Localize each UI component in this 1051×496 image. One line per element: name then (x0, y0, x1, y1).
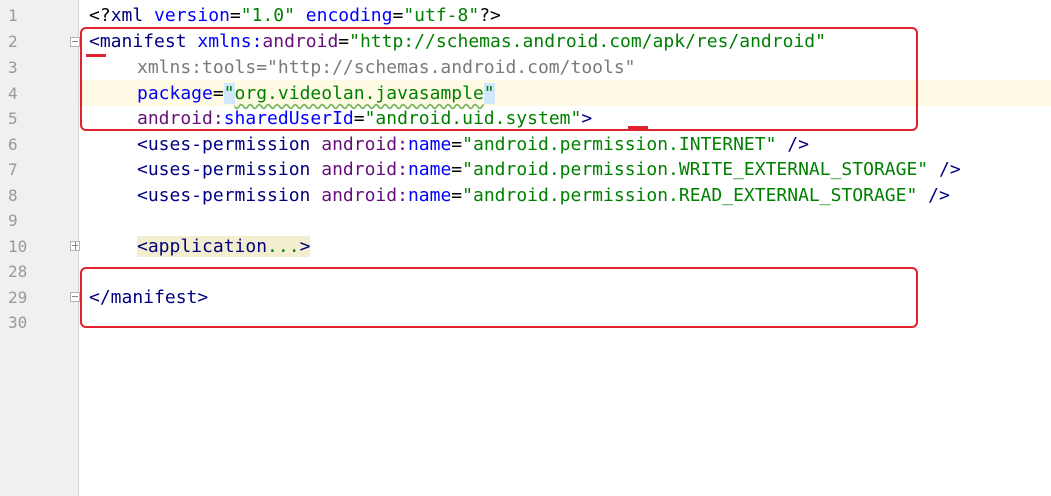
uses-permission-tag: <uses-permission (137, 159, 311, 180)
equals: = (451, 159, 463, 180)
fold-collapse-icon[interactable] (70, 292, 80, 302)
tag-self-close: /> (787, 134, 809, 155)
folded-region[interactable]: ... (267, 236, 300, 257)
code-line-6[interactable]: <uses-permission android:name="android.p… (137, 132, 809, 158)
xml-decl-close: ?> (479, 5, 501, 26)
equals: = (451, 134, 463, 155)
xml-decl-open: <? (89, 5, 111, 26)
line-number: 6 (8, 135, 18, 154)
attr-encoding: encoding (305, 5, 393, 26)
attr-version: version (154, 5, 230, 26)
fold-expand-icon[interactable] (70, 241, 80, 251)
annotation-mark (628, 126, 648, 129)
line-number: 30 (8, 313, 28, 332)
code-line-7[interactable]: <uses-permission android:name="android.p… (137, 157, 961, 183)
equals: = (392, 5, 404, 26)
code-line-8[interactable]: <uses-permission android:name="android.p… (137, 183, 950, 209)
line-number: 2 (8, 32, 18, 51)
line-number: 3 (8, 58, 18, 77)
equals: = (451, 185, 463, 206)
fold-collapse-icon[interactable] (70, 37, 80, 47)
uses-permission-tag: <uses-permission (137, 185, 311, 206)
line-number: 7 (8, 160, 18, 179)
line-number: 29 (8, 288, 28, 307)
annotation-mark (86, 54, 106, 57)
line-number: 1 (8, 6, 18, 25)
tag-self-close: /> (928, 185, 950, 206)
line-number: 8 (8, 186, 18, 205)
line-number: 10 (8, 237, 28, 256)
attr-name: name (407, 185, 452, 206)
tag-close: > (299, 236, 311, 257)
line-number: 9 (8, 211, 18, 230)
annotation-box-manifest-header (80, 27, 918, 131)
code-line-1[interactable]: <?xml version="1.0" encoding="utf-8"?> (89, 3, 501, 29)
annotation-box-manifest-close (80, 267, 918, 328)
application-tag: <application (137, 236, 268, 257)
value-permission: "android.permission.READ_EXTERNAL_STORAG… (462, 185, 918, 206)
attr-name: name (407, 134, 452, 155)
android-prefix: android: (321, 185, 408, 206)
line-number: 5 (8, 109, 18, 128)
attr-name: name (407, 159, 452, 180)
equals: = (229, 5, 241, 26)
android-prefix: android: (321, 159, 408, 180)
line-number: 4 (8, 84, 18, 103)
tag-self-close: /> (938, 159, 961, 180)
value-encoding: "utf-8" (403, 5, 480, 26)
value-permission: "android.permission.INTERNET" (462, 134, 777, 155)
value-version: "1.0" (240, 5, 295, 26)
value-permission: "android.permission.WRITE_EXTERNAL_STORA… (462, 159, 929, 180)
uses-permission-tag: <uses-permission (137, 134, 311, 155)
xml-keyword: xml (110, 5, 144, 26)
code-line-10[interactable]: <application...> (137, 234, 311, 260)
line-number: 28 (8, 262, 28, 281)
android-prefix: android: (321, 134, 408, 155)
